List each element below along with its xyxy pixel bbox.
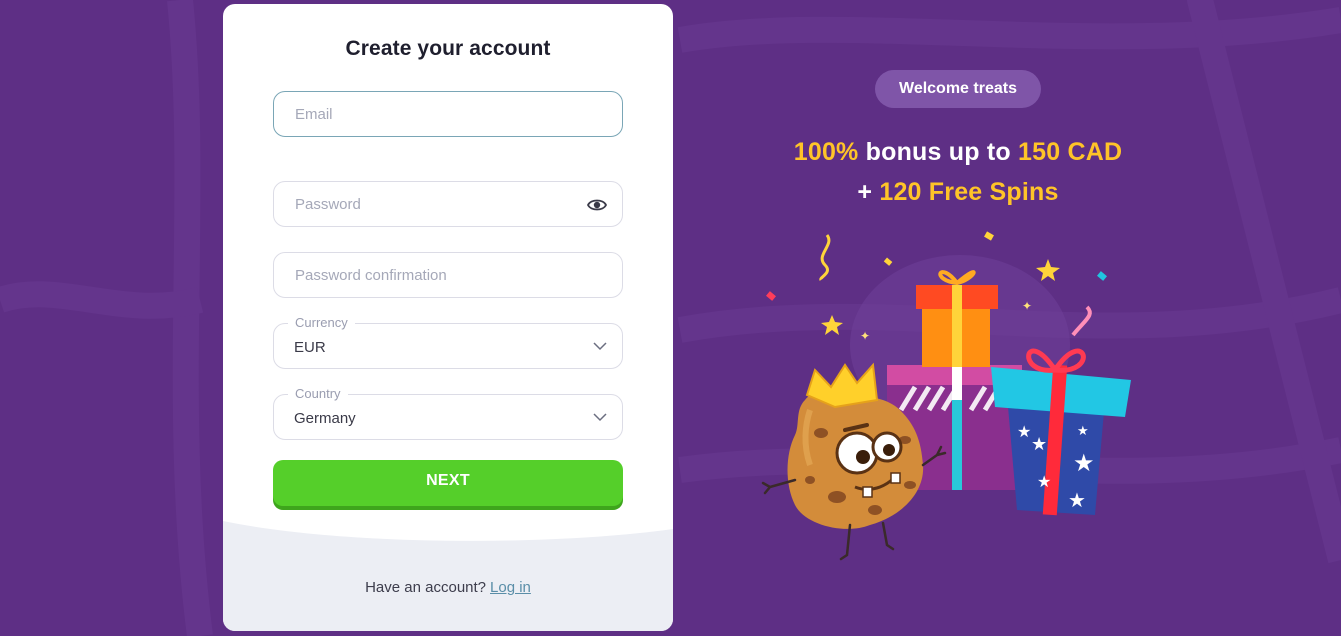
country-value: Germany xyxy=(294,410,356,427)
eye-icon[interactable] xyxy=(587,196,607,214)
login-link[interactable]: Log in xyxy=(490,579,531,596)
currency-value: EUR xyxy=(294,339,326,356)
page-title: Create your account xyxy=(345,37,551,60)
chevron-down-icon xyxy=(593,342,607,351)
promo-headline-line2: + 120 Free Spins xyxy=(700,178,1216,207)
currency-select[interactable]: Currency EUR xyxy=(273,315,623,369)
svg-text:✦: ✦ xyxy=(860,329,870,343)
login-prompt-text: Have an account? xyxy=(365,579,487,596)
svg-text:★: ★ xyxy=(1077,424,1089,439)
svg-text:★: ★ xyxy=(1037,472,1051,491)
plus-sign: + xyxy=(857,178,873,206)
country-label: Country xyxy=(288,386,348,402)
password-confirmation-input[interactable] xyxy=(274,253,622,297)
svg-text:✦: ✦ xyxy=(1022,299,1032,313)
login-prompt: Have an account? Log in xyxy=(223,579,673,596)
bonus-amount: 150 CAD xyxy=(1018,138,1123,166)
password-field[interactable] xyxy=(273,181,623,227)
svg-text:★: ★ xyxy=(1073,449,1095,477)
email-field[interactable] xyxy=(273,91,623,137)
password-input[interactable] xyxy=(274,182,622,226)
bonus-percent: 100% xyxy=(793,138,859,166)
gift-box-orange xyxy=(916,270,998,367)
welcome-badge: Welcome treats xyxy=(875,70,1041,108)
currency-label: Currency xyxy=(288,315,355,331)
email-input[interactable] xyxy=(274,92,622,136)
svg-text:★: ★ xyxy=(1017,422,1031,441)
svg-text:★: ★ xyxy=(1068,488,1086,512)
chevron-down-icon xyxy=(593,413,607,422)
bonus-text: bonus up to xyxy=(865,138,1011,166)
promo-headline-line1: 100% bonus up to 150 CAD xyxy=(700,138,1216,167)
promo-illustration: ✦ ✦ ★ ★ ★ ★ ★ ★ xyxy=(761,231,1131,561)
next-button[interactable]: NEXT xyxy=(273,460,623,506)
svg-text:★: ★ xyxy=(1031,434,1047,455)
free-spins: 120 Free Spins xyxy=(879,178,1059,206)
country-select[interactable]: Country Germany xyxy=(273,386,623,440)
footer-wave xyxy=(223,521,673,631)
password-confirmation-field[interactable] xyxy=(273,252,623,298)
signup-card: Create your account Currency EUR Country… xyxy=(223,4,673,631)
